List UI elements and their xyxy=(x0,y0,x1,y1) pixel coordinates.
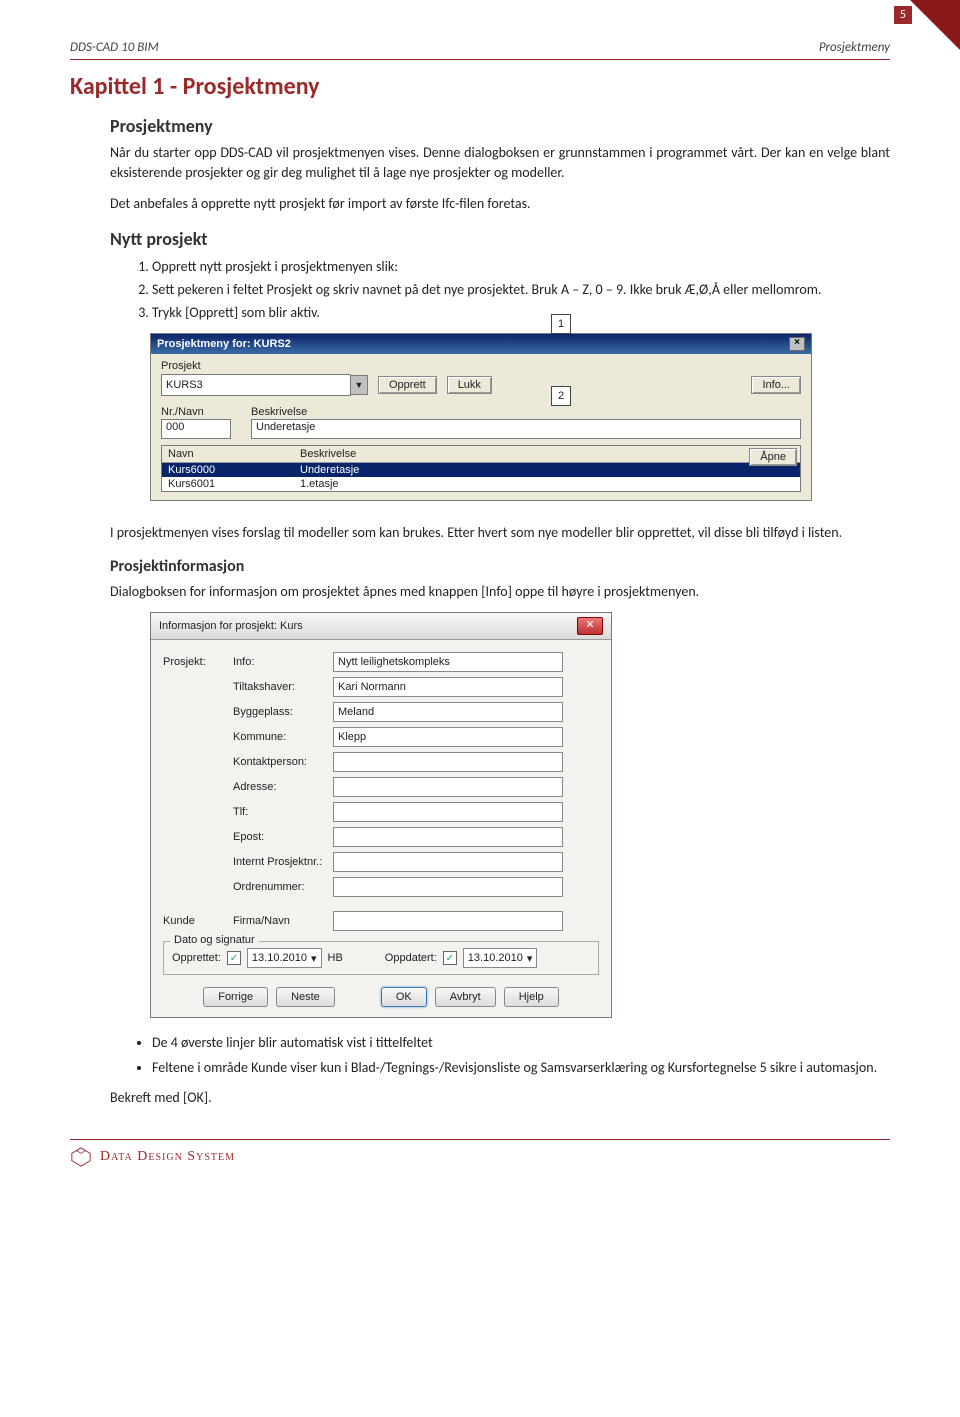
field-input[interactable] xyxy=(333,877,563,897)
field-label: Tlf: xyxy=(233,806,333,818)
info-field-row: Epost: xyxy=(163,827,599,847)
section-prosjektinformasjon: Prosjektinformasjon xyxy=(110,557,890,576)
table-row[interactable]: Kurs6001 1.etasje xyxy=(162,477,800,491)
nrnavn-input[interactable]: 000 xyxy=(161,419,231,439)
info-field-row: Tiltakshaver:Kari Normann xyxy=(163,677,599,697)
para: Det anbefales å opprette nytt prosjekt f… xyxy=(110,194,890,214)
group-title: Dato og signatur xyxy=(170,934,259,946)
ok-button[interactable]: OK xyxy=(381,987,427,1007)
apne-button[interactable]: Åpne xyxy=(749,448,797,466)
section-nytt-prosjekt: Nytt prosjekt xyxy=(110,228,890,250)
para: Dialogboksen for informasjon om prosjekt… xyxy=(110,582,890,602)
info-field-row: Byggeplass:Meland xyxy=(163,702,599,722)
chevron-down-icon: ▾ xyxy=(311,952,317,965)
col-beskrivelse: Beskrivelse xyxy=(294,446,362,462)
table-row[interactable]: Kurs6000 Underetasje xyxy=(162,463,800,477)
opprett-button[interactable]: Opprett xyxy=(378,376,437,394)
info-field-row: Adresse: xyxy=(163,777,599,797)
opprettet-checkbox[interactable]: ✓ xyxy=(227,951,241,965)
info-button[interactable]: Info... xyxy=(751,376,801,394)
list-item: Feltene i område Kunde viser kun i Blad-… xyxy=(152,1057,890,1078)
list-item: De 4 øverste linjer blir automatisk vist… xyxy=(152,1032,890,1053)
field-label: Tiltakshaver: xyxy=(233,681,333,693)
callout-1: 1 xyxy=(551,314,571,334)
info-field-row: Internt Prosjektnr.: xyxy=(163,852,599,872)
chevron-down-icon: ▾ xyxy=(527,952,533,965)
close-icon[interactable]: × xyxy=(789,337,805,351)
nrnavn-label: Nr./Navn xyxy=(161,406,231,418)
lukk-button[interactable]: Lukk xyxy=(447,376,492,394)
field-input[interactable] xyxy=(333,852,563,872)
header-right: Prosjektmeny xyxy=(819,40,890,55)
model-list: Navn Beskrivelse Kurs6000 Underetasje Ku… xyxy=(161,445,801,492)
callout-2: 2 xyxy=(551,386,571,406)
header-left: DDS-CAD 10 BIM xyxy=(70,40,159,55)
kunde-section-label: Kunde xyxy=(163,915,233,927)
forrige-button[interactable]: Forrige xyxy=(203,987,268,1007)
field-label: Info: xyxy=(233,656,333,668)
field-input[interactable]: Kari Normann xyxy=(333,677,563,697)
numbered-list: Opprett nytt prosjekt i prosjektmenyen s… xyxy=(130,256,890,323)
field-input[interactable] xyxy=(333,752,563,772)
oppdatert-date[interactable]: 13.10.2010▾ xyxy=(463,948,538,968)
chevron-down-icon[interactable]: ▼ xyxy=(351,375,368,395)
field-label: Byggeplass: xyxy=(233,706,333,718)
info-field-row: Ordrenummer: xyxy=(163,877,599,897)
page-number-corner: 5 xyxy=(880,0,960,40)
opprettet-label: Opprettet: xyxy=(172,952,221,964)
field-input[interactable] xyxy=(333,827,563,847)
info-field-row: Kontaktperson: xyxy=(163,752,599,772)
field-input[interactable]: Nytt leilighetskompleks xyxy=(333,652,563,672)
prosjekt-section-label: Prosjekt: xyxy=(163,656,233,668)
dds-logo-icon xyxy=(70,1146,92,1168)
field-label: Internt Prosjektnr.: xyxy=(233,856,333,868)
dialog-title: Prosjektmeny for: KURS2 xyxy=(157,338,291,350)
avbryt-button[interactable]: Avbryt xyxy=(435,987,496,1007)
list-item: Sett pekeren i feltet Prosjekt og skriv … xyxy=(152,279,890,300)
section-prosjektmeny: Prosjektmeny xyxy=(110,115,890,137)
field-label: Ordrenummer: xyxy=(233,881,333,893)
col-navn: Navn xyxy=(162,446,294,462)
prosjektinfo-dialog: Informasjon for prosjekt: Kurs ✕ Prosjek… xyxy=(150,612,612,1018)
firma-label: Firma/Navn xyxy=(233,915,333,927)
close-icon[interactable]: ✕ xyxy=(577,617,603,635)
field-label: Kontaktperson: xyxy=(233,756,333,768)
bullet-list: De 4 øverste linjer blir automatisk vist… xyxy=(130,1032,890,1078)
footer-brand: Data Design System xyxy=(100,1149,235,1165)
field-input[interactable] xyxy=(333,802,563,822)
neste-button[interactable]: Neste xyxy=(276,987,335,1007)
prosjekt-label: Prosjekt xyxy=(161,360,801,372)
field-input[interactable] xyxy=(333,777,563,797)
para: Når du starter opp DDS-CAD vil prosjektm… xyxy=(110,143,890,184)
closing-para: Bekreft med [OK]. xyxy=(110,1088,890,1108)
oppdatert-label: Oppdatert: xyxy=(385,952,437,964)
field-input[interactable]: Meland xyxy=(333,702,563,722)
dato-group: Dato og signatur Opprettet: ✓ 13.10.2010… xyxy=(163,941,599,975)
opprettet-date[interactable]: 13.10.2010▾ xyxy=(247,948,322,968)
prosjektmeny-dialog: 1 2 Prosjektmeny for: KURS2 × Prosjekt K… xyxy=(150,333,812,501)
signature: HB xyxy=(328,952,343,964)
field-label: Adresse: xyxy=(233,781,333,793)
info-field-row: Kommune:Klepp xyxy=(163,727,599,747)
field-input[interactable]: Klepp xyxy=(333,727,563,747)
field-label: Kommune: xyxy=(233,731,333,743)
list-item: Trykk [Opprett] som blir aktiv. xyxy=(152,302,890,323)
dialog-title: Informasjon for prosjekt: Kurs xyxy=(159,620,303,632)
field-label: Epost: xyxy=(233,831,333,843)
chapter-title: Kapittel 1 - Prosjektmeny xyxy=(70,72,890,101)
prosjekt-input[interactable]: KURS3 xyxy=(161,374,351,396)
info-field-row: Prosjekt:Info:Nytt leilighetskompleks xyxy=(163,652,599,672)
hjelp-button[interactable]: Hjelp xyxy=(504,987,559,1007)
list-item: Opprett nytt prosjekt i prosjektmenyen s… xyxy=(152,256,890,277)
info-field-row: Tlf: xyxy=(163,802,599,822)
para: I prosjektmenyen vises forslag til model… xyxy=(110,523,890,543)
oppdatert-checkbox[interactable]: ✓ xyxy=(443,951,457,965)
firma-input[interactable] xyxy=(333,911,563,931)
running-header: DDS-CAD 10 BIM Prosjektmeny xyxy=(70,40,890,60)
beskrivelse-label: Beskrivelse xyxy=(251,406,801,418)
beskrivelse-input[interactable]: Underetasje xyxy=(251,419,801,439)
footer: Data Design System xyxy=(70,1139,890,1168)
